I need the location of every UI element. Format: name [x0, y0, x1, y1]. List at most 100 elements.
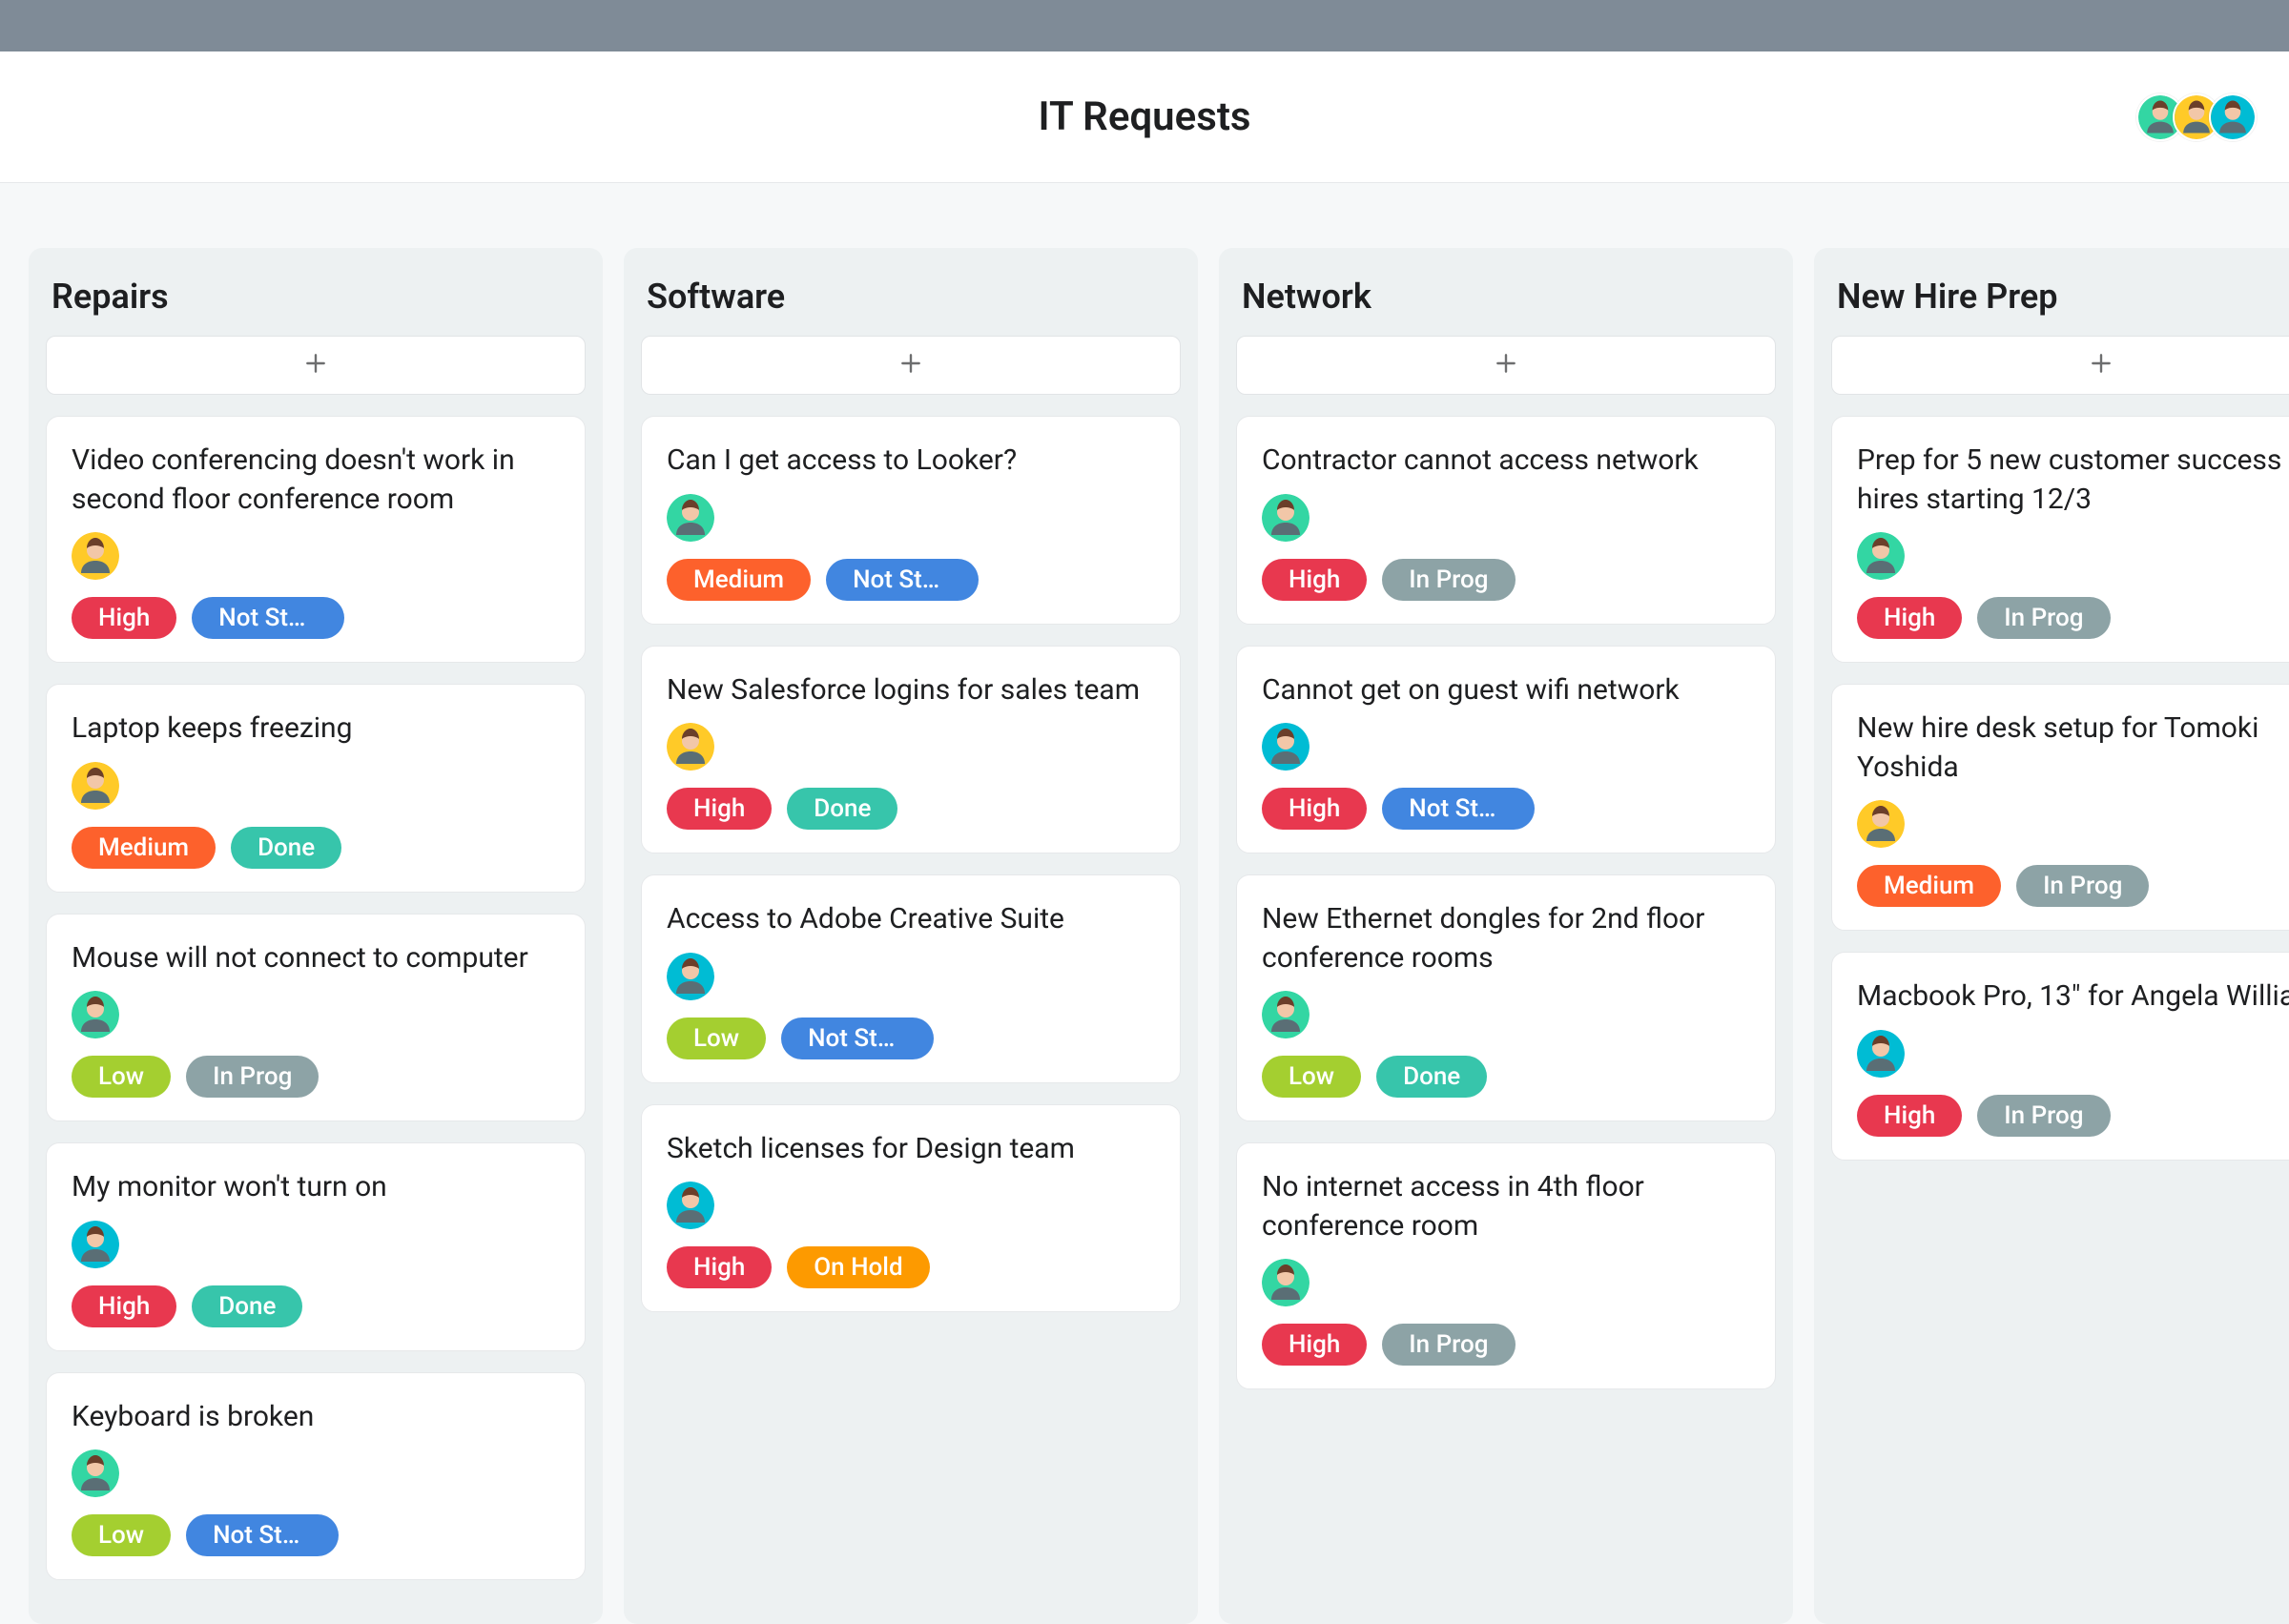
- status-tag[interactable]: On Hold: [787, 1246, 929, 1288]
- assignee-avatar[interactable]: [667, 953, 714, 1000]
- priority-tag[interactable]: Low: [667, 1018, 766, 1059]
- status-tag[interactable]: Done: [787, 788, 897, 830]
- priority-tag[interactable]: High: [1262, 1324, 1367, 1366]
- column-title: Repairs: [46, 265, 586, 336]
- column-title: Network: [1236, 265, 1776, 336]
- task-card[interactable]: Cannot get on guest wifi network HighNot…: [1236, 646, 1776, 854]
- add-card-button[interactable]: [1831, 336, 2289, 395]
- priority-tag[interactable]: High: [1262, 559, 1367, 601]
- task-title: Keyboard is broken: [72, 1398, 560, 1437]
- assignee-avatar[interactable]: [1857, 1030, 1905, 1078]
- task-card[interactable]: Prep for 5 new customer success hires st…: [1831, 416, 2289, 663]
- priority-tag[interactable]: High: [667, 788, 772, 830]
- task-card[interactable]: New Salesforce logins for sales team Hig…: [641, 646, 1181, 854]
- collaborator-avatars[interactable]: [2148, 93, 2257, 141]
- collaborator-avatar[interactable]: [2209, 93, 2257, 141]
- assignee-avatar[interactable]: [667, 723, 714, 771]
- tag-row: Low In Prog: [72, 1056, 560, 1098]
- kanban-board: Repairs Video conferencing doesn't work …: [0, 183, 2289, 1624]
- status-tag[interactable]: Not Started: [1382, 788, 1535, 830]
- tag-row: High Not Started: [72, 597, 560, 639]
- assignee-avatar[interactable]: [72, 762, 119, 810]
- status-tag[interactable]: Not Started: [186, 1514, 339, 1556]
- status-tag[interactable]: Done: [1376, 1056, 1487, 1098]
- tag-row: Low Done: [1262, 1056, 1750, 1098]
- tag-row: High In Prog: [1262, 559, 1750, 601]
- tag-row: Medium Not Started: [667, 559, 1155, 601]
- status-tag[interactable]: Done: [231, 827, 341, 869]
- add-card-button[interactable]: [46, 336, 586, 395]
- plus-icon: [898, 351, 923, 380]
- assignee-avatar[interactable]: [1262, 494, 1309, 542]
- assignee-avatar[interactable]: [1262, 991, 1309, 1038]
- task-card[interactable]: Mouse will not connect to computer Low In…: [46, 914, 586, 1122]
- assignee-avatar[interactable]: [1262, 1259, 1309, 1306]
- assignee-avatar[interactable]: [72, 1449, 119, 1497]
- status-tag[interactable]: Not Started: [826, 559, 979, 601]
- status-tag[interactable]: Not Started: [781, 1018, 934, 1059]
- task-card[interactable]: No internet access in 4th floor conferen…: [1236, 1142, 1776, 1389]
- status-tag[interactable]: In Prog: [186, 1056, 319, 1098]
- task-title: Macbook Pro, 13" for Angela Williams: [1857, 977, 2289, 1017]
- add-card-button[interactable]: [641, 336, 1181, 395]
- column-title: New Hire Prep: [1831, 265, 2289, 336]
- task-card[interactable]: Macbook Pro, 13" for Angela Williams Hig…: [1831, 952, 2289, 1161]
- task-card[interactable]: Laptop keeps freezing Medium Done: [46, 684, 586, 893]
- status-tag[interactable]: In Prog: [1977, 597, 2110, 639]
- priority-tag[interactable]: High: [1857, 1095, 1962, 1137]
- assignee-avatar[interactable]: [667, 1182, 714, 1229]
- add-card-button[interactable]: [1236, 336, 1776, 395]
- task-card[interactable]: My monitor won't turn on HighDone: [46, 1142, 586, 1351]
- tag-row: High In Prog: [1857, 1095, 2289, 1137]
- task-title: New Ethernet dongles for 2nd floor confe…: [1262, 900, 1750, 977]
- task-card[interactable]: Sketch licenses for Design team HighOn H…: [641, 1104, 1181, 1313]
- status-tag[interactable]: In Prog: [1977, 1095, 2110, 1137]
- task-card[interactable]: Keyboard is broken Low Not Started: [46, 1372, 586, 1581]
- column-title: Software: [641, 265, 1181, 336]
- task-title: Laptop keeps freezing: [72, 709, 560, 749]
- priority-tag[interactable]: Medium: [667, 559, 811, 601]
- assignee-avatar[interactable]: [72, 1221, 119, 1268]
- status-tag[interactable]: In Prog: [1382, 559, 1515, 601]
- priority-tag[interactable]: Low: [72, 1514, 171, 1556]
- task-card[interactable]: Access to Adobe Creative Suite LowNot St…: [641, 874, 1181, 1083]
- status-tag[interactable]: Done: [192, 1285, 302, 1327]
- task-card[interactable]: Contractor cannot access network HighIn …: [1236, 416, 1776, 625]
- assignee-avatar[interactable]: [1857, 532, 1905, 580]
- task-card[interactable]: Can I get access to Looker? MediumNot St…: [641, 416, 1181, 625]
- assignee-avatar[interactable]: [1262, 723, 1309, 771]
- priority-tag[interactable]: High: [1262, 788, 1367, 830]
- assignee-avatar[interactable]: [1857, 800, 1905, 848]
- task-title: Mouse will not connect to computer: [72, 939, 560, 978]
- tag-row: Low Not Started: [72, 1514, 560, 1556]
- priority-tag[interactable]: Low: [72, 1056, 171, 1098]
- task-card[interactable]: New Ethernet dongles for 2nd floor confe…: [1236, 874, 1776, 1121]
- status-tag[interactable]: In Prog: [1382, 1324, 1515, 1366]
- priority-tag[interactable]: High: [72, 1285, 176, 1327]
- task-title: Video conferencing doesn't work in secon…: [72, 442, 560, 519]
- tag-row: Medium In Prog: [1857, 865, 2289, 907]
- task-card[interactable]: New hire desk setup for Tomoki Yoshida M…: [1831, 684, 2289, 931]
- priority-tag[interactable]: High: [1857, 597, 1962, 639]
- status-tag[interactable]: In Prog: [2016, 865, 2149, 907]
- assignee-avatar[interactable]: [667, 494, 714, 542]
- priority-tag[interactable]: High: [667, 1246, 772, 1288]
- tag-row: Medium Done: [72, 827, 560, 869]
- priority-tag[interactable]: Medium: [72, 827, 216, 869]
- assignee-avatar[interactable]: [72, 532, 119, 580]
- priority-tag[interactable]: Low: [1262, 1056, 1361, 1098]
- priority-tag[interactable]: Medium: [1857, 865, 2001, 907]
- tag-row: Low Not Started: [667, 1018, 1155, 1059]
- task-title: New hire desk setup for Tomoki Yoshida: [1857, 709, 2289, 787]
- tag-row: High Not Started: [1262, 788, 1750, 830]
- task-title: No internet access in 4th floor conferen…: [1262, 1168, 1750, 1245]
- priority-tag[interactable]: High: [72, 597, 176, 639]
- board-column-newhire: New Hire Prep Prep for 5 new customer su…: [1814, 248, 2289, 1624]
- tag-row: High In Prog: [1262, 1324, 1750, 1366]
- assignee-avatar[interactable]: [72, 991, 119, 1038]
- tag-row: High Done: [667, 788, 1155, 830]
- board-column-network: Network Contractor cannot access network…: [1219, 248, 1793, 1624]
- task-card[interactable]: Video conferencing doesn't work in secon…: [46, 416, 586, 663]
- status-tag[interactable]: Not Started: [192, 597, 344, 639]
- tag-row: High In Prog: [1857, 597, 2289, 639]
